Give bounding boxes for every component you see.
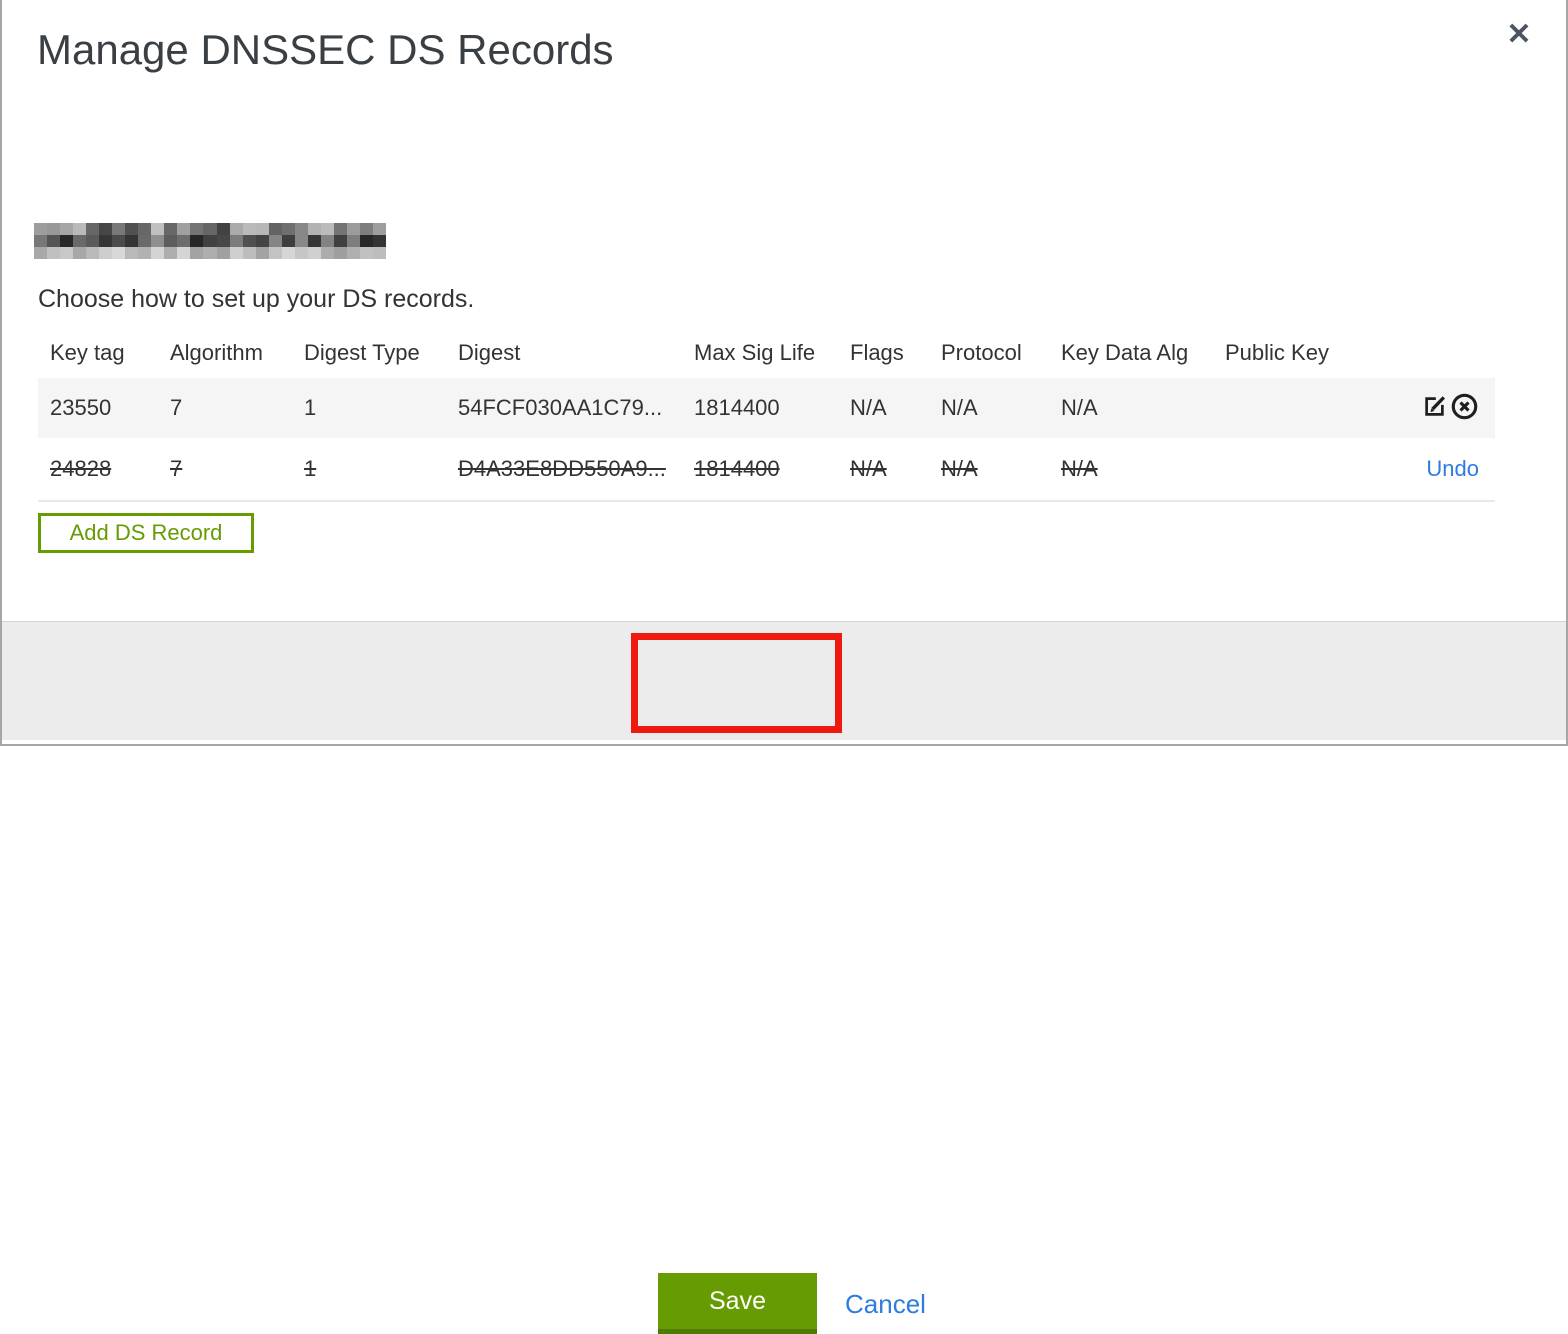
column-header-algorithm: Algorithm <box>170 340 263 365</box>
cell-max-sig-life: 1814400 <box>694 395 780 420</box>
cell-protocol: N/A <box>941 456 978 481</box>
cell-key-tag: 24828 <box>50 456 112 481</box>
save-button[interactable]: Save <box>658 1273 817 1334</box>
redacted-domain <box>34 223 386 259</box>
page-title: Manage DNSSEC DS Records <box>37 26 614 73</box>
column-header-key-data-alg: Key Data Alg <box>1061 340 1189 365</box>
column-header-protocol: Protocol <box>941 340 1022 365</box>
table-row-deleted: 24828 7 1 D4A33E8DD550A9... 1814400 N/A … <box>38 438 1495 502</box>
cell-key-data-alg: N/A <box>1061 395 1098 420</box>
modal-footer: Save Cancel <box>2 621 1566 1334</box>
close-icon[interactable]: ✕ <box>1502 18 1536 52</box>
cell-max-sig-life: 1814400 <box>694 456 780 481</box>
cell-digest-type: 1 <box>304 456 317 481</box>
cell-digest-type: 1 <box>304 395 317 420</box>
column-header-digest: Digest <box>458 340 521 365</box>
cell-digest: D4A33E8DD550A9... <box>458 456 666 481</box>
cell-algorithm: 7 <box>170 456 183 481</box>
cell-flags: N/A <box>850 456 887 481</box>
cell-algorithm: 7 <box>170 395 183 420</box>
instruction-text: Choose how to set up your DS records. <box>38 285 475 313</box>
cell-key-tag: 23550 <box>50 395 112 420</box>
column-header-key-tag: Key tag <box>50 340 125 365</box>
cell-digest: 54FCF030AA1C79... <box>458 395 663 420</box>
dnssec-modal: Manage DNSSEC DS Records ✕ Choose how to… <box>0 0 1568 1334</box>
column-header-flags: Flags <box>850 340 904 365</box>
cancel-link[interactable]: Cancel <box>845 1289 926 1320</box>
undo-link[interactable]: Undo <box>1426 456 1479 482</box>
add-ds-record-button[interactable]: Add DS Record <box>38 513 254 553</box>
column-header-public-key: Public Key <box>1225 340 1329 365</box>
table-row: 23550 7 1 54FCF030AA1C79... 1814400 N/A … <box>38 378 1495 438</box>
ds-records-table: Key tag Algorithm Digest Type Digest Max… <box>38 328 1495 502</box>
column-header-digest-type: Digest Type <box>304 340 420 365</box>
cell-flags: N/A <box>850 395 887 420</box>
table-header-row: Key tag Algorithm Digest Type Digest Max… <box>38 328 1495 378</box>
cell-key-data-alg: N/A <box>1061 456 1098 481</box>
edit-ds-record-button[interactable] <box>1421 393 1448 423</box>
delete-icon <box>1450 392 1479 424</box>
delete-ds-record-button[interactable] <box>1450 392 1479 424</box>
edit-icon <box>1421 393 1448 423</box>
column-header-max-sig-life: Max Sig Life <box>694 340 816 365</box>
cell-protocol: N/A <box>941 395 978 420</box>
